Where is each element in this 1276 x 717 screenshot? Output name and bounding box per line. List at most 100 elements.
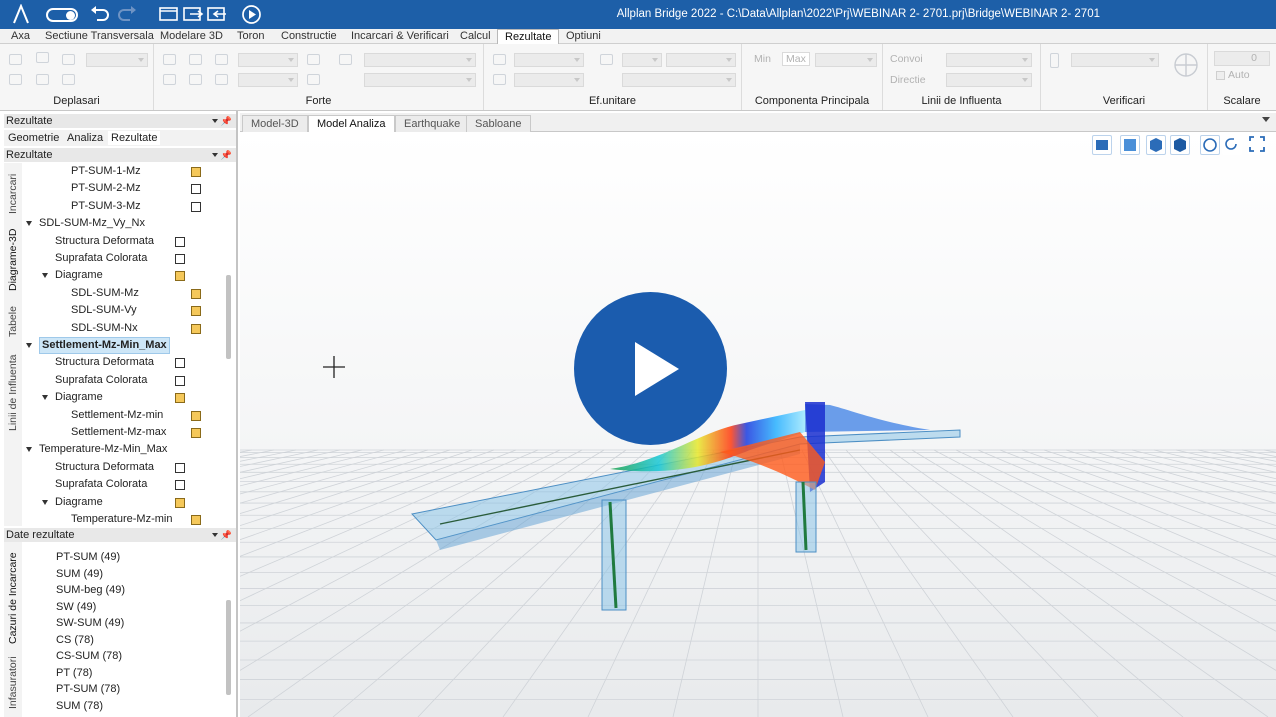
export-icon[interactable] (182, 5, 204, 23)
scale-input[interactable]: 0 (1214, 51, 1270, 66)
vtab-incarcari[interactable]: Incarcari (7, 169, 19, 219)
moment-z-icon[interactable] (215, 74, 228, 85)
vtab-diagrame-3d[interactable]: Diagrame-3D (7, 227, 19, 293)
results-list-item[interactable]: SW-SUM (49) (56, 615, 124, 631)
stress-principal-icon[interactable] (600, 54, 613, 65)
results-scrollbar[interactable] (226, 600, 231, 695)
menu-tab-incarcari-verificari[interactable]: Incarcari & Verificari (351, 29, 449, 43)
results-list-item[interactable]: CS (78) (56, 632, 94, 648)
forte-dropdown-4[interactable] (364, 73, 476, 87)
forte-dropdown-2[interactable] (238, 73, 298, 87)
results-list-item[interactable]: PT (78) (56, 665, 92, 681)
subtab-geometrie[interactable]: Geometrie (5, 131, 62, 145)
tree-row[interactable]: Settlement-Mz-Min_Max (22, 337, 234, 354)
stress-point-icon[interactable] (493, 54, 506, 65)
view-tabs-menu-icon[interactable] (1262, 117, 1270, 122)
vtab-tabele[interactable]: Tabele (7, 303, 19, 341)
tree-row-checkbox[interactable] (191, 515, 201, 525)
forte-dropdown-3[interactable] (364, 53, 476, 67)
moment-x-icon[interactable] (163, 74, 176, 85)
tree-row[interactable]: Settlement-Mz-min (22, 407, 234, 424)
tree-row-checkbox[interactable] (175, 375, 185, 386)
results-list-item[interactable]: CS-SUM (78) (56, 648, 122, 664)
tree-row-checkbox[interactable] (191, 201, 201, 212)
tree-row[interactable]: Settlement-Mz-max (22, 424, 234, 441)
results-list-item[interactable]: SUM (78) (56, 698, 103, 714)
menu-tab-axa[interactable]: Axa (11, 29, 30, 43)
vtab-cazuri-de-incarcare[interactable]: Cazuri de Incarcare (7, 552, 19, 644)
tree-row[interactable]: Suprafata Colorata (22, 250, 234, 267)
forte-dropdown-1[interactable] (238, 53, 298, 67)
force-curve-icon[interactable] (339, 54, 352, 65)
rotation-z-icon[interactable] (62, 74, 75, 85)
target-section-icon[interactable] (1171, 50, 1201, 80)
deplasari-dropdown[interactable] (86, 53, 148, 67)
screenshot-icon[interactable] (1092, 135, 1112, 155)
tree-row[interactable]: Structura Deformata (22, 354, 234, 371)
view-tab-earthquake[interactable]: Earthquake (395, 115, 470, 132)
tree-row-checkbox[interactable] (175, 462, 185, 473)
tree-row[interactable]: Temperature-Mz-Min_Max (22, 441, 234, 458)
pin-icon[interactable]: 📌 (221, 114, 232, 128)
results-list-item[interactable]: SUM-beg (49) (56, 582, 125, 598)
tree-row-checkbox[interactable] (175, 271, 185, 282)
convoi-dropdown[interactable] (946, 53, 1032, 67)
tree-pin-icon[interactable]: 📌 (221, 148, 232, 162)
min-toggle[interactable]: Min (754, 53, 771, 65)
expand-icon[interactable] (26, 343, 32, 348)
tree-row[interactable]: PT-SUM-1-Mz (22, 163, 234, 180)
menu-tab-constructie[interactable]: Constructie (281, 29, 337, 43)
redo-icon[interactable] (116, 5, 138, 23)
results-list-item[interactable]: PT-SUM (78) (56, 681, 120, 697)
force-table-icon[interactable] (307, 54, 320, 65)
tree-row[interactable]: SDL-SUM-Nx (22, 320, 234, 337)
menu-tab-modelare-3d[interactable]: Modelare 3D (160, 29, 223, 43)
tree-row-checkbox[interactable] (191, 323, 201, 334)
view-tab-sabloane[interactable]: Sabloane (466, 115, 531, 132)
stress-fiber-icon[interactable] (493, 74, 506, 85)
expand-icon[interactable] (42, 273, 48, 279)
ef-unitare-dropdown-5[interactable] (622, 73, 736, 87)
ef-unitare-dropdown-2[interactable] (514, 73, 584, 87)
tree-row[interactable]: Suprafata Colorata (22, 372, 234, 389)
tree-row[interactable]: PT-SUM-3-Mz (22, 198, 234, 215)
ef-unitare-dropdown-1[interactable] (514, 53, 584, 67)
tree-row-checkbox[interactable] (175, 393, 185, 404)
tree-row-checkbox[interactable] (175, 497, 185, 508)
subtab-rezultate[interactable]: Rezultate (108, 131, 161, 145)
tree-row[interactable]: SDL-SUM-Mz (22, 285, 234, 302)
expand-icon[interactable] (26, 221, 32, 227)
menu-tab-sectiune-transversala[interactable]: Sectiune Transversala (45, 29, 154, 43)
rotation-y-icon[interactable] (36, 74, 49, 85)
undo-icon[interactable] (89, 5, 111, 23)
tree-row[interactable]: SDL-SUM-Mz_Vy_Nx (22, 215, 234, 232)
rotation-x-icon[interactable] (9, 74, 22, 85)
force-list-icon[interactable] (307, 74, 320, 85)
tree-row-checkbox[interactable] (191, 167, 201, 177)
view-tab-model-analiza[interactable]: Model Analiza (308, 115, 395, 133)
3d-viewport[interactable] (240, 132, 1276, 717)
expand-icon[interactable] (26, 447, 32, 453)
results-list-item[interactable]: SW (49) (56, 599, 96, 615)
vtab-linii-de-influenta[interactable]: Linii de Influenta (7, 351, 19, 435)
video-play-button[interactable] (574, 292, 727, 445)
results-pin-icon[interactable]: 📌 (221, 528, 232, 542)
view-3d-icon[interactable] (1170, 135, 1190, 155)
tree-row[interactable]: PT-SUM-2-Mz (22, 180, 234, 197)
menu-tab-toron[interactable]: Toron (237, 29, 265, 43)
tree-row-checkbox[interactable] (191, 410, 201, 421)
refresh-icon[interactable] (1222, 135, 1242, 155)
tree-row-checkbox[interactable] (175, 236, 185, 247)
directie-dropdown[interactable] (946, 73, 1032, 87)
results-menu-icon[interactable] (212, 533, 218, 537)
ef-unitare-dropdown-3[interactable] (622, 53, 662, 67)
rotate-view-icon[interactable] (1200, 135, 1220, 155)
vtab-infasuratori[interactable]: Infasuratori (7, 652, 19, 714)
expand-icon[interactable] (42, 395, 48, 401)
expand-icon[interactable] (42, 499, 48, 505)
view-tab-model-3d[interactable]: Model-3D (242, 115, 308, 132)
panel-menu-icon[interactable] (212, 119, 218, 123)
tree-row[interactable]: Diagrame (22, 494, 234, 511)
play-animation-icon[interactable] (241, 4, 262, 25)
componenta-dropdown[interactable] (815, 53, 877, 67)
